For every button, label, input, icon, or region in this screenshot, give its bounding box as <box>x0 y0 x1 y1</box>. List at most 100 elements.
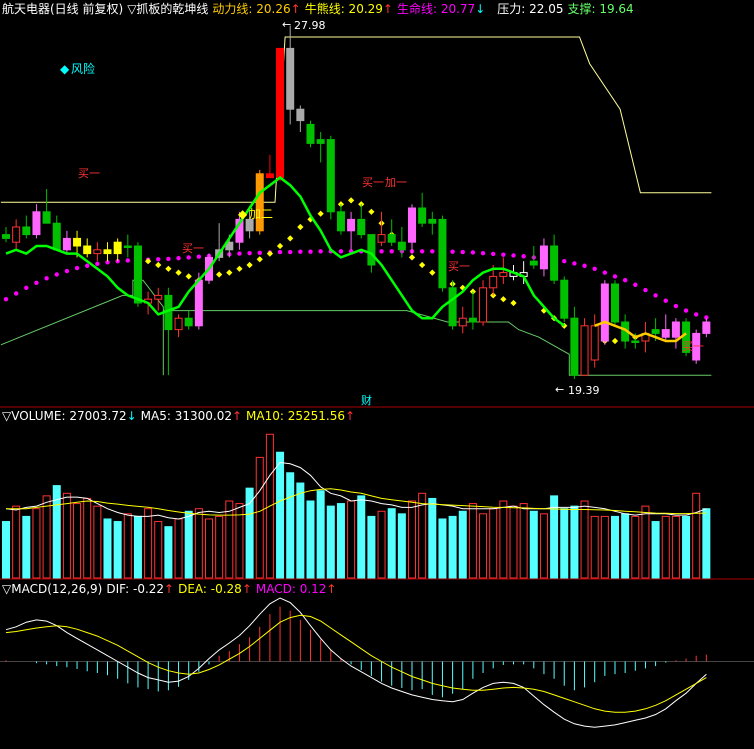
candle-body <box>611 283 619 323</box>
volume-bar <box>347 500 356 579</box>
shengming-dot <box>460 249 465 255</box>
candle-body <box>458 317 467 327</box>
shengming-dot <box>196 254 202 259</box>
buy-signal-label: 买一 <box>362 176 384 189</box>
shengming-dot <box>13 291 19 296</box>
cai-label: 财 <box>361 393 372 407</box>
candle-body <box>529 260 538 266</box>
volume-bar <box>144 508 153 579</box>
shengming-dot <box>186 255 191 260</box>
volume-arrow-icon: ↓ <box>126 409 137 423</box>
volume-bar <box>661 515 670 579</box>
shengming-dot <box>379 249 384 254</box>
candle-body <box>306 123 315 144</box>
shengming-dot <box>277 249 283 255</box>
candle-body <box>326 139 335 213</box>
candle-body <box>103 249 112 255</box>
shengming-dot <box>64 268 70 274</box>
macd-value: MACD: 0.12 <box>255 582 327 596</box>
shengming-dot <box>419 249 425 254</box>
dongli-value: 动力线: 20.26 <box>212 2 291 16</box>
volume-bar <box>408 500 416 579</box>
candle-body <box>448 287 457 327</box>
buy-signal-label: 买一 <box>448 260 470 273</box>
candle-body <box>651 329 660 334</box>
volume-bar <box>590 515 599 579</box>
candle-body <box>73 237 82 247</box>
shengming-dot <box>480 251 486 256</box>
volume-bar <box>357 495 366 579</box>
volume-value[interactable]: ▽VOLUME: 27003.72 <box>2 409 127 423</box>
volume-bar <box>83 497 92 579</box>
volume-bar <box>205 518 213 579</box>
candle-body <box>661 329 670 338</box>
volume-bar <box>539 513 548 579</box>
ma10-arrow-icon: ↑ <box>344 409 356 423</box>
candle-body <box>418 207 427 224</box>
volume-bar <box>671 515 680 579</box>
shengming-dot <box>450 249 455 254</box>
candle-body <box>489 275 498 289</box>
candle-body <box>42 211 51 224</box>
dea-value: DEA: -0.28 <box>178 582 242 596</box>
shengming-dot <box>694 312 699 317</box>
candle-body <box>286 47 295 110</box>
shengming-dot <box>156 257 161 262</box>
chart-background <box>0 0 754 749</box>
stock-title: 航天电器(日线 前复权) <box>2 2 124 16</box>
volume-bar <box>286 472 295 579</box>
candle-body <box>479 287 488 323</box>
shengming-dot <box>582 263 587 268</box>
shengming-dot <box>237 251 242 256</box>
shengming-dot <box>166 256 171 262</box>
candle-body <box>590 325 599 361</box>
candle-body <box>387 234 396 243</box>
volume-bar <box>133 515 142 579</box>
volume-bar <box>93 505 102 579</box>
shengming-dot <box>389 249 394 254</box>
volume-bar <box>509 505 518 579</box>
shengming-dot <box>176 255 181 261</box>
low-arrow-icon: ← <box>555 383 564 396</box>
candle-body <box>600 283 609 342</box>
shengming-dot <box>95 261 100 267</box>
candle-body <box>93 249 102 255</box>
volume-bar <box>296 482 305 579</box>
candle-body <box>265 173 274 179</box>
volume-bar <box>326 505 335 579</box>
candle-body <box>539 245 548 270</box>
buy-signal-label: 买一 <box>78 167 100 180</box>
volume-bar <box>519 503 528 579</box>
volume-bar <box>123 513 132 579</box>
candle-body <box>22 226 31 236</box>
candle-body <box>631 340 640 343</box>
macd-arrow-icon: ↑ <box>326 582 337 596</box>
shengming-dot <box>521 254 526 259</box>
volume-bar <box>529 510 538 579</box>
shengming-dot <box>257 250 262 256</box>
high-price-label: 27.98 <box>294 19 326 32</box>
volume-bar <box>611 515 619 579</box>
candle-body <box>702 321 711 334</box>
volume-bar <box>468 503 477 579</box>
indicator-name[interactable]: ▽抓板的乾坤线 <box>127 2 208 16</box>
volume-bar <box>22 515 31 579</box>
candle-body <box>367 234 376 266</box>
dea-arrow-icon: ↑ <box>241 582 252 596</box>
shengming-dot <box>633 282 638 287</box>
candle-body <box>408 207 416 243</box>
macd-header: ▽MACD(12,26,9) DIF: -0.22↑ DEA: -0.28↑ MACD… <box>2 582 341 596</box>
volume-bar <box>245 487 254 579</box>
candle-body <box>377 234 386 243</box>
candle-body <box>671 321 680 338</box>
macd-params[interactable]: ▽MACD(12,26,9) <box>2 582 102 596</box>
volume-bar <box>12 505 21 579</box>
volume-bar <box>428 497 437 579</box>
candle-body <box>468 317 477 323</box>
volume-bar <box>215 515 224 579</box>
candle-body <box>316 139 325 144</box>
ma5-value: MA5: 31300.02 <box>140 409 232 423</box>
candle-body <box>12 226 21 243</box>
shengming-dot <box>298 249 303 254</box>
shengming-dot <box>470 250 476 255</box>
